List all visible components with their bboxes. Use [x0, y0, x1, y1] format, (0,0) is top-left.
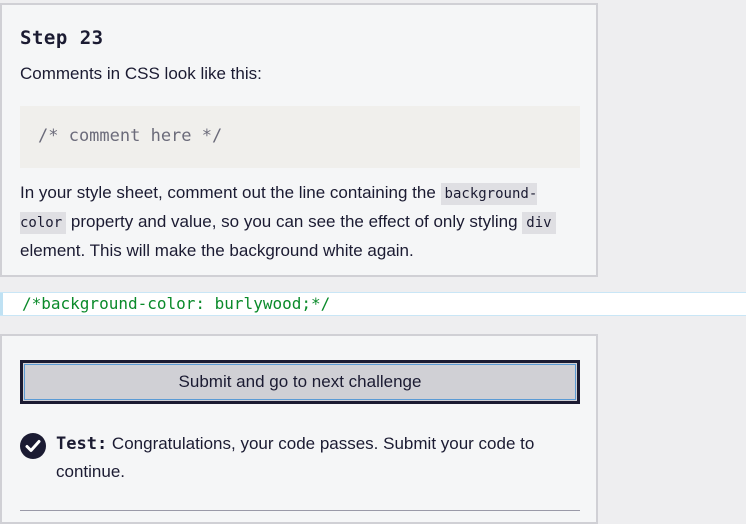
instruction-text-part1: In your style sheet, comment out the lin…	[20, 183, 441, 202]
instruction-body: In your style sheet, comment out the lin…	[20, 179, 580, 264]
code-example-block: /* comment here */	[20, 106, 580, 168]
test-text: Test: Congratulations, your code passes.…	[56, 430, 576, 485]
step-title: Step 23	[20, 27, 104, 49]
submit-button[interactable]: Submit and go to next challenge	[20, 360, 580, 404]
inline-code-div: div	[522, 212, 556, 234]
check-circle-icon	[20, 433, 46, 459]
intro-text: Comments in CSS look like this:	[20, 64, 262, 83]
test-message: Congratulations, your code passes. Submi…	[56, 434, 535, 481]
editor-code-text[interactable]: /*background-color: burlywood;*/	[22, 294, 330, 313]
divider	[20, 510, 580, 511]
instruction-text-part3: element. This will make the background w…	[20, 241, 414, 260]
code-example: /* comment here */	[38, 126, 223, 146]
test-label: Test:	[56, 434, 108, 454]
instructions-panel: Step 23 Comments in CSS look like this: …	[0, 3, 598, 277]
test-panel: Submit and go to next challenge Test: Co…	[0, 334, 598, 524]
line-marker	[0, 293, 3, 315]
instruction-text-part2: property and value, so you can see the e…	[66, 212, 523, 231]
code-editor-line[interactable]: /*background-color: burlywood;*/	[0, 292, 746, 316]
